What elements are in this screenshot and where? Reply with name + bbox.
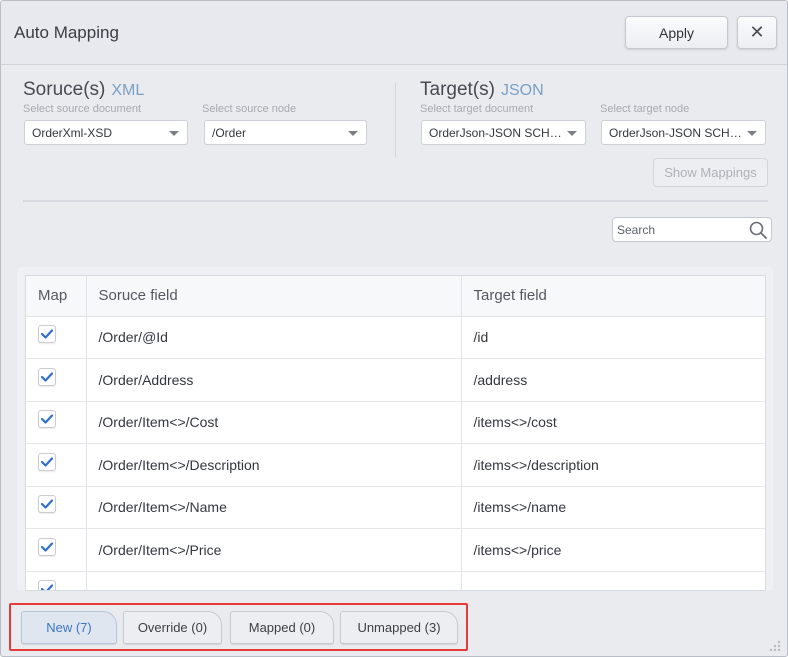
checkmark-icon xyxy=(41,329,53,339)
table-header-row: Map Soruce field Target field xyxy=(26,276,765,317)
mapping-table-card: Map Soruce field Target field /Order/@Id… xyxy=(17,267,773,591)
search-box xyxy=(612,217,772,242)
target-document-value: OrderJson-JSON SCHE... xyxy=(429,126,563,140)
target-field-cell: /items<>/description xyxy=(461,443,765,487)
horizontal-divider xyxy=(23,200,768,202)
target-document-select[interactable]: OrderJson-JSON SCHE... xyxy=(421,120,586,145)
auto-mapping-dialog: Auto Mapping Apply ✕ Soruce(s) XML Select… xyxy=(0,0,788,657)
target-field-cell: /items<>/name xyxy=(461,486,765,529)
checkmark-icon xyxy=(41,414,53,424)
chevron-down-icon xyxy=(348,131,358,136)
mapping-table-scroll[interactable]: Map Soruce field Target field /Order/@Id… xyxy=(25,275,766,591)
source-field-cell: /Order/Address xyxy=(86,358,462,402)
map-cell xyxy=(26,528,87,572)
dialog-header: Auto Mapping Apply ✕ xyxy=(1,1,787,65)
target-node-select[interactable]: OrderJson-JSON SCHE... xyxy=(601,120,766,145)
tab-override[interactable]: Override (0) xyxy=(123,611,222,644)
map-cell xyxy=(26,316,87,359)
resize-grip-icon[interactable] xyxy=(769,639,781,651)
checkmark-icon xyxy=(41,457,53,467)
target-section-title: Target(s) JSON xyxy=(420,79,544,101)
dialog-title: Auto Mapping xyxy=(14,23,119,42)
table-row[interactable]: /Order/@Id/id xyxy=(26,316,765,359)
map-checkbox[interactable] xyxy=(38,580,56,590)
source-node-select[interactable]: /Order xyxy=(204,120,367,145)
target-title: Target(s) xyxy=(420,79,495,100)
source-field-cell: /Order/Item<>/Cost xyxy=(86,401,462,444)
chevron-down-icon xyxy=(747,131,757,136)
checkmark-icon xyxy=(41,499,53,509)
target-field-cell: /items<>/price xyxy=(461,528,765,572)
source-field-cell xyxy=(86,571,462,590)
map-cell xyxy=(26,401,87,444)
source-type: XML xyxy=(111,82,145,99)
source-document-label: Select source document xyxy=(23,103,142,115)
source-title: Soruce(s) xyxy=(23,79,106,100)
column-header-map[interactable]: Map xyxy=(26,276,87,317)
target-field-cell: /address xyxy=(461,358,765,402)
tab-mapped[interactable]: Mapped (0) xyxy=(230,611,334,644)
mapping-table: Map Soruce field Target field /Order/@Id… xyxy=(26,276,765,590)
table-row[interactable]: /Order/Address/address xyxy=(26,358,765,402)
target-type: JSON xyxy=(500,82,544,99)
map-cell xyxy=(26,486,87,529)
tab-new[interactable]: New (7) xyxy=(21,611,117,644)
map-checkbox[interactable] xyxy=(38,367,56,386)
table-row[interactable]: /Order/Item<>/Name/items<>/name xyxy=(26,486,765,529)
source-field-cell: /Order/Item<>/Name xyxy=(86,486,462,529)
table-row[interactable]: /Order/Item<>/Cost/items<>/cost xyxy=(26,401,765,444)
map-checkbox[interactable] xyxy=(38,452,56,471)
tab-unmapped[interactable]: Unmapped (3) xyxy=(340,611,458,644)
target-field-cell: /id xyxy=(461,316,765,359)
map-cell xyxy=(26,571,87,590)
chevron-down-icon xyxy=(567,131,577,136)
map-checkbox[interactable] xyxy=(38,325,56,344)
section-divider xyxy=(395,83,396,157)
target-document-label: Select target document xyxy=(420,103,534,115)
map-cell xyxy=(26,443,87,487)
map-checkbox[interactable] xyxy=(38,537,56,556)
search-input[interactable] xyxy=(617,221,741,239)
checkmark-icon xyxy=(41,542,53,552)
map-cell xyxy=(26,358,87,402)
source-document-value: OrderXml-XSD xyxy=(32,126,113,140)
search-icon[interactable] xyxy=(748,220,768,240)
table-body: /Order/@Id/id/Order/Address/address/Orde… xyxy=(26,316,765,590)
show-mappings-button[interactable]: Show Mappings xyxy=(653,158,768,187)
close-button[interactable]: ✕ xyxy=(737,16,777,49)
column-header-target[interactable]: Target field xyxy=(461,276,765,317)
source-section-title: Soruce(s) XML xyxy=(23,79,144,101)
checkmark-icon xyxy=(41,584,53,590)
target-node-label: Select target node xyxy=(600,103,690,115)
checkmark-icon xyxy=(41,372,53,382)
source-node-value: /Order xyxy=(212,126,247,140)
table-row[interactable]: /Order/Item<>/Description/items<>/descri… xyxy=(26,443,765,487)
target-field-cell: /items<>/cost xyxy=(461,401,765,444)
source-field-cell: /Order/Item<>/Description xyxy=(86,443,462,487)
apply-button[interactable]: Apply xyxy=(625,16,728,49)
source-document-select[interactable]: OrderXml-XSD xyxy=(24,120,188,145)
source-field-cell: /Order/@Id xyxy=(86,316,462,359)
table-row[interactable]: /Order/Item<>/Price/items<>/price xyxy=(26,528,765,572)
map-checkbox[interactable] xyxy=(38,410,56,429)
target-node-value: OrderJson-JSON SCHE... xyxy=(609,126,743,140)
map-checkbox[interactable] xyxy=(38,495,56,514)
column-header-source[interactable]: Soruce field xyxy=(86,276,462,317)
source-node-label: Select source node xyxy=(202,103,297,115)
target-field-cell xyxy=(461,571,765,590)
source-field-cell: /Order/Item<>/Price xyxy=(86,528,462,572)
table-row[interactable] xyxy=(26,571,765,590)
chevron-down-icon xyxy=(169,131,179,136)
